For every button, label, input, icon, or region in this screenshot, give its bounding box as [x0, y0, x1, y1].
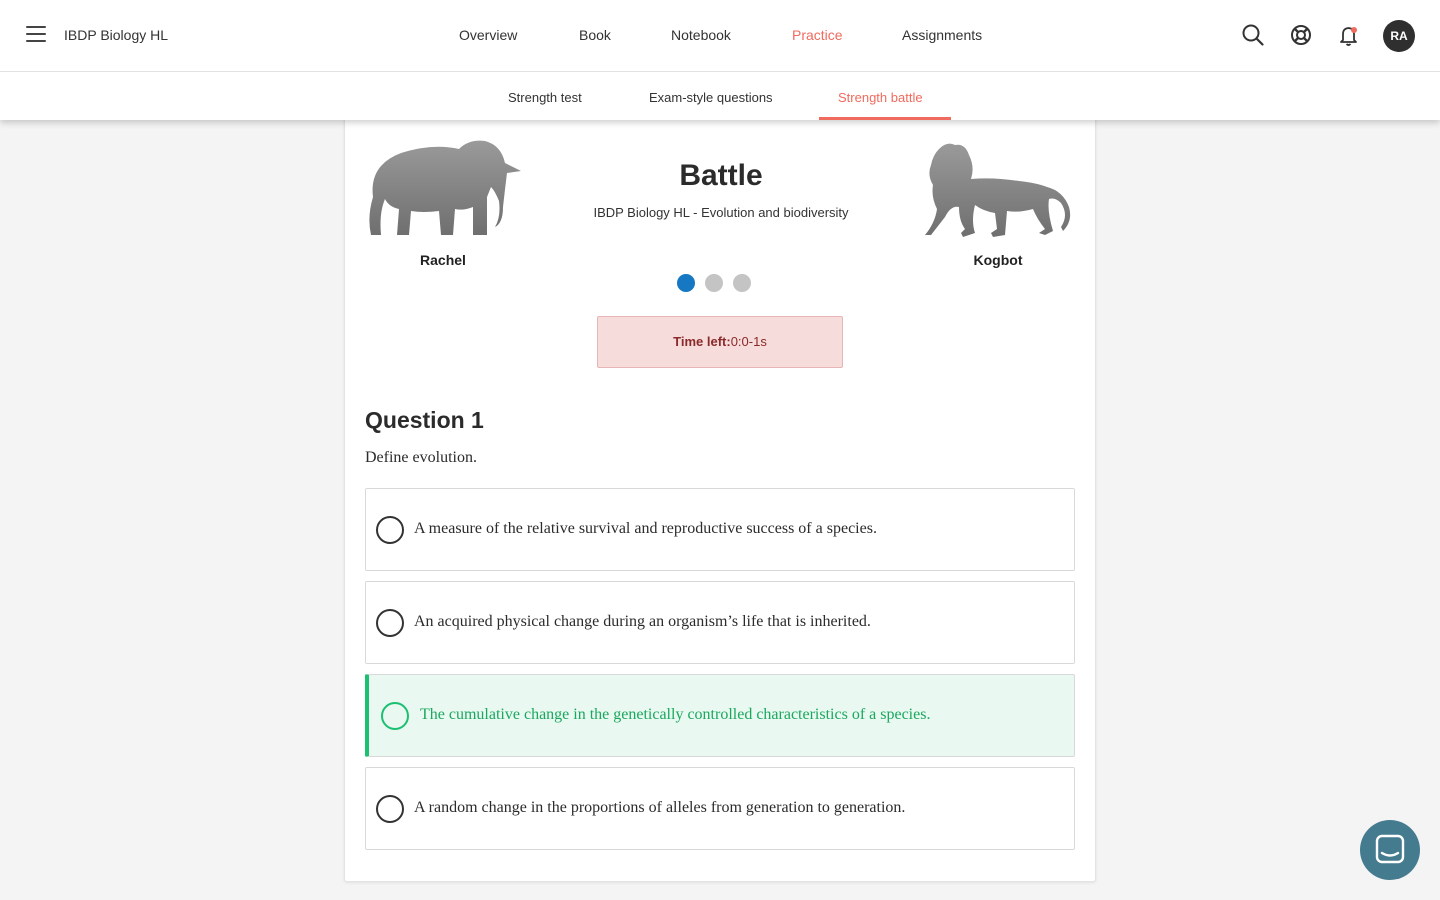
player-right: Kogbot — [923, 141, 1073, 268]
help-lifebuoy-icon[interactable] — [1288, 22, 1314, 48]
player-right-name: Kogbot — [973, 252, 1023, 268]
question-title: Question 1 — [365, 407, 484, 433]
answer-option-2[interactable]: An acquired physical change during an or… — [365, 581, 1075, 664]
chat-icon — [1375, 834, 1405, 864]
question-text: Define evolution. — [365, 449, 477, 466]
battle-card: Rachel Battle IBDP Biology HL - Evolutio… — [344, 110, 1096, 882]
tab-exam-style-questions[interactable]: Exam-style questions — [649, 90, 773, 105]
radio-circle-icon[interactable] — [381, 702, 409, 730]
answer-option-4[interactable]: A random change in the proportions of al… — [365, 767, 1075, 850]
answer-option-text: A random change in the proportions of al… — [414, 799, 906, 816]
answer-option-text: A measure of the relative survival and r… — [414, 520, 877, 537]
player-left-name: Rachel — [420, 252, 466, 268]
practice-subnav: Strength test Exam-style questions Stren… — [0, 72, 1440, 120]
avatar[interactable]: RA — [1383, 20, 1415, 52]
answer-option-1[interactable]: A measure of the relative survival and r… — [365, 488, 1075, 571]
notification-bell-icon[interactable] — [1336, 22, 1362, 48]
radio-circle-icon[interactable] — [376, 609, 404, 637]
time-left-alert: Time left:0:0-1s — [597, 316, 843, 368]
nav-practice[interactable]: Practice — [792, 27, 843, 43]
main-nav: Overview Book Notebook Practice Assignme… — [0, 0, 1440, 72]
tab-strength-test[interactable]: Strength test — [508, 90, 582, 105]
top-navigation-bar: IBDP Biology HL Overview Book Notebook P… — [0, 0, 1440, 72]
active-tab-indicator — [819, 117, 951, 120]
answer-option-3-correct[interactable]: The cumulative change in the genetically… — [365, 674, 1075, 757]
nav-notebook[interactable]: Notebook — [671, 27, 731, 43]
menu-icon[interactable] — [26, 26, 46, 44]
question-progress-dots — [677, 274, 767, 292]
time-left-value: 0:0-1s — [730, 334, 767, 349]
lion-icon — [925, 143, 1071, 237]
course-title[interactable]: IBDP Biology HL — [64, 27, 168, 43]
player-left: Rachel — [363, 137, 523, 268]
progress-dot-3 — [733, 274, 751, 292]
answer-option-text: The cumulative change in the genetically… — [420, 706, 931, 723]
time-left-label: Time left: — [673, 334, 731, 349]
tab-strength-battle[interactable]: Strength battle — [838, 90, 923, 105]
nav-assignments[interactable]: Assignments — [902, 27, 982, 43]
radio-circle-icon[interactable] — [376, 516, 404, 544]
nav-book[interactable]: Book — [579, 27, 611, 43]
progress-dot-1 — [677, 274, 695, 292]
chat-launcher-button[interactable] — [1360, 820, 1420, 880]
nav-overview[interactable]: Overview — [459, 27, 517, 43]
progress-dot-2 — [705, 274, 723, 292]
radio-circle-icon[interactable] — [376, 795, 404, 823]
answer-option-text: An acquired physical change during an or… — [414, 613, 871, 630]
search-icon[interactable] — [1240, 22, 1266, 48]
